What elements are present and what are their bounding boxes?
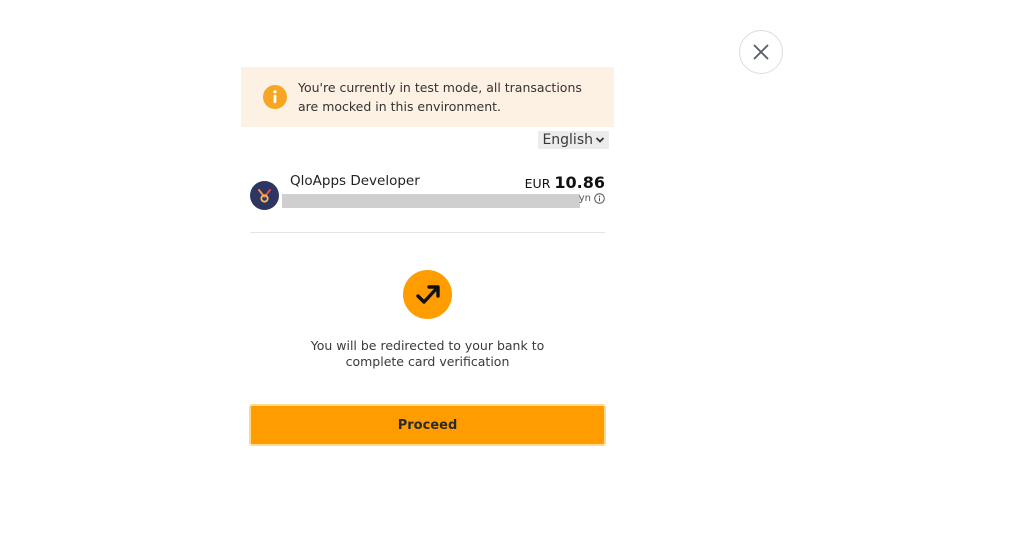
info-circle-icon[interactable] <box>594 193 605 204</box>
test-mode-message: You're currently in test mode, all trans… <box>298 78 598 116</box>
close-button[interactable] <box>739 30 783 74</box>
language-row: English <box>241 127 614 153</box>
close-icon <box>753 44 769 60</box>
redacted-description <box>282 194 580 208</box>
tax-info-text: yn <box>578 193 591 204</box>
redirect-status-icon-wrap <box>403 270 452 319</box>
redirect-line-1: You will be redirected to your bank to <box>310 338 545 353</box>
language-select[interactable]: English <box>538 131 609 149</box>
merchant-summary: QloApps Developer EUR 10.86 yn <box>250 173 605 233</box>
merchant-name: QloApps Developer <box>290 173 420 189</box>
tax-info: yn <box>579 193 605 204</box>
payment-panel: You're currently in test mode, all trans… <box>241 67 614 233</box>
checkout-page: You're currently in test mode, all trans… <box>0 0 1025 541</box>
redirect-line-2: complete card verification <box>345 354 510 369</box>
info-icon <box>263 85 287 109</box>
merchant-logo-icon <box>250 181 279 210</box>
currency-code: EUR <box>524 176 551 191</box>
proceed-button[interactable]: Proceed <box>249 404 606 446</box>
redirect-arrow-icon <box>415 284 440 304</box>
redirect-message: You will be redirected to your bank to c… <box>241 338 614 370</box>
chevron-down-icon <box>595 137 605 143</box>
order-amount: EUR 10.86 <box>525 173 605 192</box>
amount-value: 10.86 <box>554 173 605 192</box>
test-mode-line-1: You're currently in test mode, all trans… <box>298 80 582 95</box>
test-mode-banner: You're currently in test mode, all trans… <box>241 67 614 127</box>
language-label: English <box>542 132 593 148</box>
test-mode-line-2: are mocked in this environment. <box>298 99 502 114</box>
